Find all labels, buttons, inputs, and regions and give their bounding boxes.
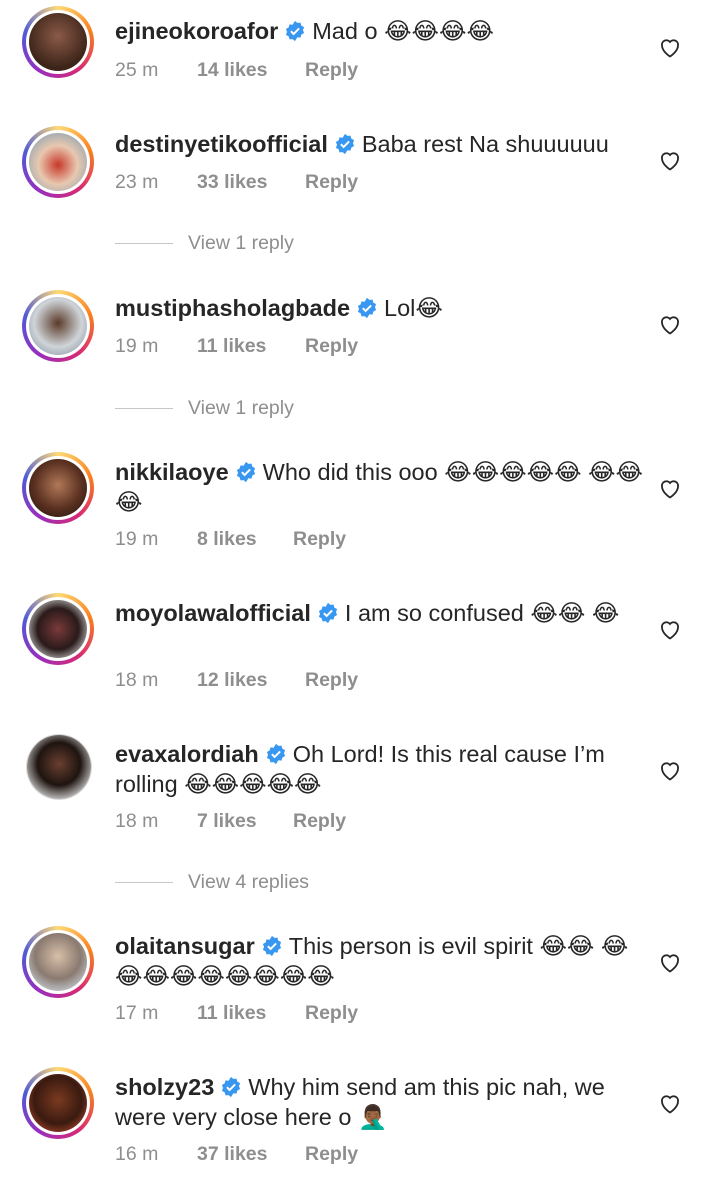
- comment-time: 18 m: [115, 810, 159, 832]
- comment-text: Baba rest Na shuuuuuu: [361, 131, 609, 157]
- reply-button[interactable]: Reply: [305, 1141, 358, 1167]
- likes-count[interactable]: 11 likes: [197, 1000, 305, 1026]
- divider-line: [115, 882, 173, 884]
- likes-count[interactable]: 7 likes: [197, 808, 293, 834]
- verified-badge-icon: [335, 133, 354, 155]
- avatar[interactable]: [22, 6, 94, 78]
- verified-badge-icon: [286, 20, 305, 42]
- heart-icon[interactable]: [658, 149, 682, 173]
- view-replies-button[interactable]: View 1 reply: [115, 395, 294, 421]
- reply-button[interactable]: Reply: [293, 808, 346, 834]
- comment-time: 16 m: [115, 1143, 159, 1165]
- avatar[interactable]: [26, 734, 92, 800]
- heart-icon[interactable]: [658, 313, 682, 337]
- heart-icon[interactable]: [658, 951, 682, 975]
- avatar[interactable]: [22, 452, 94, 524]
- divider-line: [115, 243, 173, 245]
- heart-icon[interactable]: [658, 618, 682, 642]
- view-replies-button[interactable]: View 4 replies: [115, 869, 309, 895]
- avatar[interactable]: [22, 593, 94, 665]
- avatar[interactable]: [22, 126, 94, 198]
- comment-time: 17 m: [115, 1002, 159, 1024]
- heart-icon[interactable]: [658, 477, 682, 501]
- username[interactable]: sholzy23: [115, 1074, 214, 1100]
- avatar[interactable]: [22, 290, 94, 362]
- comment-time: 19 m: [115, 528, 159, 550]
- username[interactable]: nikkilaoye: [115, 459, 229, 485]
- username[interactable]: moyolawalofficial: [115, 600, 311, 626]
- likes-count[interactable]: 8 likes: [197, 526, 293, 552]
- username[interactable]: destinyetikoofficial: [115, 131, 328, 157]
- reply-button[interactable]: Reply: [305, 57, 358, 83]
- verified-badge-icon: [357, 297, 377, 319]
- divider-line: [115, 408, 173, 410]
- verified-badge-icon: [262, 935, 281, 957]
- reply-button[interactable]: Reply: [305, 169, 358, 195]
- likes-count[interactable]: 14 likes: [197, 57, 305, 83]
- comment-text: I am so confused 😂😂 😂: [344, 600, 620, 626]
- username[interactable]: olaitansugar: [115, 933, 255, 959]
- likes-count[interactable]: 33 likes: [197, 169, 305, 195]
- avatar[interactable]: [22, 1067, 94, 1139]
- comment-time: 23 m: [115, 171, 159, 193]
- likes-count[interactable]: 37 likes: [197, 1141, 305, 1167]
- reply-button[interactable]: Reply: [305, 333, 358, 359]
- reply-button[interactable]: Reply: [293, 526, 346, 552]
- verified-badge-icon: [318, 602, 337, 624]
- reply-button[interactable]: Reply: [305, 1000, 358, 1026]
- comment-time: 18 m: [115, 669, 159, 691]
- view-replies-button[interactable]: View 1 reply: [115, 230, 294, 256]
- heart-icon[interactable]: [658, 759, 682, 783]
- comment-time: 19 m: [115, 335, 159, 357]
- verified-badge-icon: [266, 743, 285, 765]
- heart-icon[interactable]: [658, 1092, 682, 1116]
- verified-badge-icon: [236, 461, 255, 483]
- comment-text: Mad o 😂😂😂😂: [312, 18, 494, 44]
- reply-button[interactable]: Reply: [305, 667, 358, 693]
- comment-time: 25 m: [115, 59, 159, 81]
- likes-count[interactable]: 11 likes: [197, 333, 305, 359]
- verified-badge-icon: [222, 1076, 241, 1098]
- comment-text: Lol😂: [384, 295, 443, 321]
- avatar[interactable]: [22, 926, 94, 998]
- heart-icon[interactable]: [658, 36, 682, 60]
- username[interactable]: evaxalordiah: [115, 741, 259, 767]
- username[interactable]: ejineokoroafor: [115, 18, 278, 44]
- username[interactable]: mustiphasholagbade: [115, 295, 350, 321]
- likes-count[interactable]: 12 likes: [197, 667, 305, 693]
